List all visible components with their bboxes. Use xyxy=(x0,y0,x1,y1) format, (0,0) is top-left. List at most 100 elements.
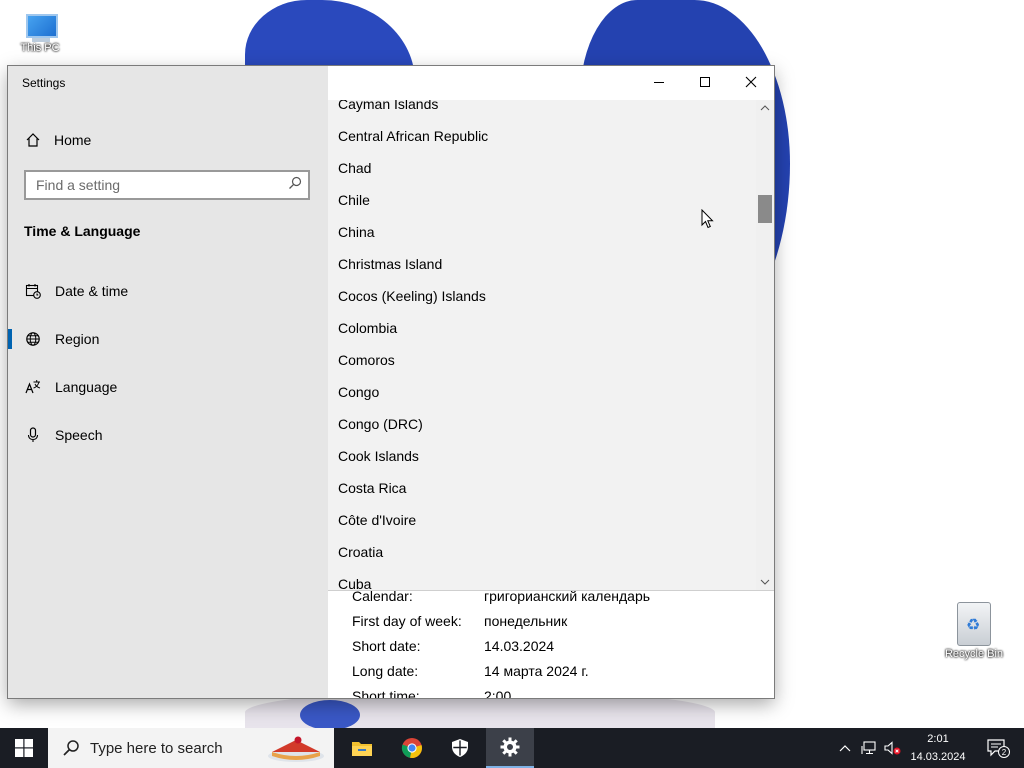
search-highlight-pie-icon xyxy=(268,736,324,762)
find-setting-input[interactable] xyxy=(24,170,310,200)
info-value: 2:00 xyxy=(484,688,512,698)
list-item[interactable]: Comoros xyxy=(328,344,756,376)
close-icon xyxy=(745,76,757,88)
nav-item-date-time[interactable]: Date & time xyxy=(8,271,328,311)
list-item[interactable]: Cocos (Keeling) Islands xyxy=(328,280,756,312)
recycle-bin-desktop-icon[interactable]: ♻ Recycle Bin xyxy=(944,600,1004,660)
info-row: Short time: 2:00 xyxy=(352,688,650,698)
settings-icon xyxy=(500,737,520,757)
volume-tray-button[interactable] xyxy=(882,728,904,768)
recycle-bin-icon: ♻ xyxy=(957,602,991,646)
desktop-icon-label: This PC xyxy=(20,42,60,54)
notification-count: 2 xyxy=(1002,748,1007,757)
list-item[interactable]: Cook Islands xyxy=(328,440,756,472)
taskbar-file-explorer[interactable] xyxy=(338,728,386,768)
mouse-cursor-icon xyxy=(701,209,714,229)
start-button[interactable] xyxy=(0,728,48,768)
nav-item-label: Region xyxy=(55,331,100,347)
chevron-up-icon xyxy=(839,745,851,752)
info-label: First day of week: xyxy=(352,613,462,629)
title-bar xyxy=(328,66,774,100)
settings-sidebar: Settings Home Time & Language Date & tim… xyxy=(8,66,328,698)
list-scrollbar[interactable] xyxy=(756,100,774,590)
info-label: Calendar: xyxy=(352,588,413,604)
settings-window: Settings Home Time & Language Date & tim… xyxy=(8,66,774,698)
taskbar-windows-security[interactable] xyxy=(436,728,484,768)
nav-item-label: Speech xyxy=(55,427,103,443)
chevron-down-icon xyxy=(760,579,770,585)
notification-icon: 2 xyxy=(987,739,1010,758)
scroll-up-button[interactable] xyxy=(756,100,774,116)
maximize-icon xyxy=(700,77,710,87)
list-item[interactable]: Chad xyxy=(328,152,756,184)
close-button[interactable] xyxy=(728,66,774,98)
network-icon xyxy=(861,741,876,755)
nav-item-label: Date & time xyxy=(55,283,129,299)
taskbar-search-box[interactable]: Type here to search xyxy=(48,728,334,768)
wallpaper-shape xyxy=(300,700,360,730)
search-icon[interactable] xyxy=(288,176,304,192)
security-icon xyxy=(452,739,468,757)
list-item[interactable]: Costa Rica xyxy=(328,472,756,504)
list-item[interactable]: Cuba xyxy=(328,568,756,590)
list-item[interactable]: Colombia xyxy=(328,312,756,344)
home-nav-item[interactable]: Home xyxy=(24,128,91,152)
info-label: Short time: xyxy=(352,688,420,698)
info-row: First day of week: понедельник xyxy=(352,613,650,638)
home-label: Home xyxy=(54,132,92,148)
region-content: Calendar: григорианский календарь First d… xyxy=(328,100,774,698)
list-item[interactable]: Congo xyxy=(328,376,756,408)
info-row: Short date: 14.03.2024 xyxy=(352,638,650,663)
info-label: Short date: xyxy=(352,638,421,654)
clock-time: 2:01 xyxy=(927,733,949,745)
list-item[interactable]: Congo (DRC) xyxy=(328,408,756,440)
info-label: Long date: xyxy=(352,663,419,679)
search-icon xyxy=(63,740,79,756)
country-list: Cayman Islands Central African Republic … xyxy=(328,100,756,590)
taskbar-chrome[interactable] xyxy=(388,728,436,768)
show-hidden-icons-button[interactable] xyxy=(834,728,856,768)
info-value: 14 марта 2024 г. xyxy=(484,663,589,679)
language-icon xyxy=(24,378,42,396)
list-item[interactable]: Central African Republic xyxy=(328,120,756,152)
scrollbar-thumb[interactable] xyxy=(758,195,772,223)
minimize-icon xyxy=(654,82,664,83)
this-pc-desktop-icon[interactable]: This PC xyxy=(10,8,70,54)
nav-item-label: Language xyxy=(55,379,118,395)
action-center-button[interactable]: 2 xyxy=(978,728,1018,768)
list-item[interactable]: China xyxy=(328,216,756,248)
section-title: Time & Language xyxy=(24,223,141,239)
chrome-icon xyxy=(401,738,422,758)
microphone-icon xyxy=(24,426,42,444)
windows-logo-icon xyxy=(15,739,33,757)
volume-muted-icon xyxy=(884,741,901,755)
network-tray-button[interactable] xyxy=(858,728,880,768)
info-value: 14.03.2024 xyxy=(484,638,555,654)
info-value: понедельник xyxy=(484,613,568,629)
list-item[interactable]: Côte d'Ivoire xyxy=(328,504,756,536)
list-item[interactable]: Chile xyxy=(328,184,756,216)
nav-item-speech[interactable]: Speech xyxy=(8,415,328,455)
taskbar-clock[interactable]: 2:01 14.03.2024 xyxy=(904,730,972,766)
info-row: Calendar: григорианский календарь xyxy=(352,588,650,613)
taskbar-settings[interactable] xyxy=(486,728,534,768)
scroll-down-button[interactable] xyxy=(756,574,774,590)
home-icon xyxy=(24,131,42,149)
list-item[interactable]: Cayman Islands xyxy=(328,100,756,120)
maximize-button[interactable] xyxy=(682,66,728,98)
list-item[interactable]: Christmas Island xyxy=(328,248,756,280)
nav-item-language[interactable]: Language xyxy=(8,367,328,407)
country-dropdown-list[interactable]: Cayman Islands Central African Republic … xyxy=(328,100,774,591)
window-title: Settings xyxy=(22,76,66,90)
desktop-icon-label: Recycle Bin xyxy=(944,648,1004,660)
file-explorer-icon xyxy=(352,742,372,756)
info-row: Long date: 14 марта 2024 г. xyxy=(352,663,650,688)
calendar-clock-icon xyxy=(24,282,42,300)
minimize-button[interactable] xyxy=(636,66,682,98)
taskbar-search-placeholder: Type here to search xyxy=(90,739,223,757)
clock-date: 14.03.2024 xyxy=(910,751,966,763)
globe-icon xyxy=(24,330,42,348)
list-item[interactable]: Croatia xyxy=(328,536,756,568)
regional-format-info: Calendar: григорианский календарь First d… xyxy=(352,588,650,698)
nav-item-region[interactable]: Region xyxy=(8,319,328,359)
